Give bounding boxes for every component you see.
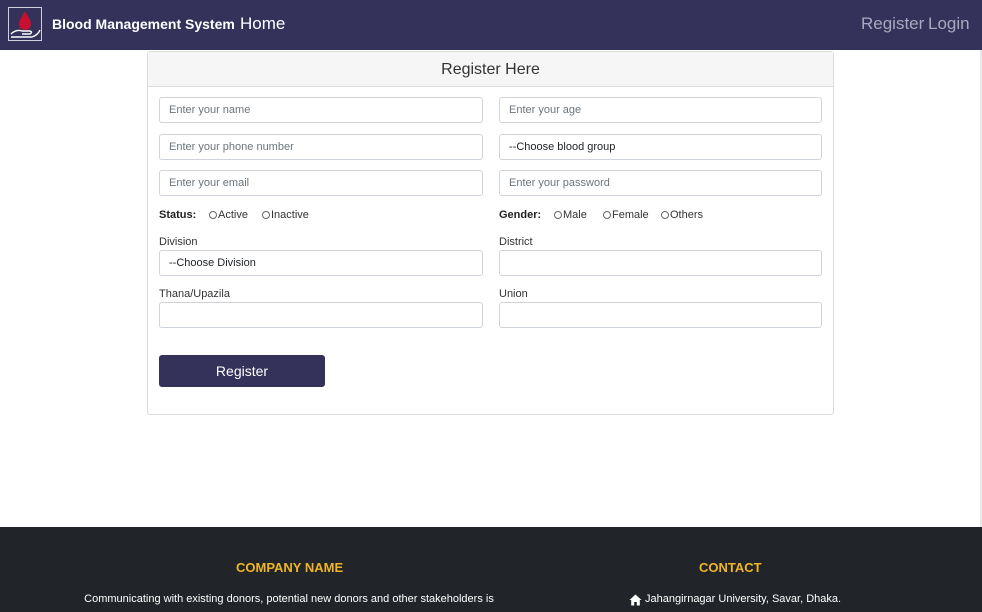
- footer-company-title: COMPANY NAME: [236, 560, 344, 575]
- register-submit-button[interactable]: Register: [159, 355, 325, 387]
- email-input[interactable]: Enter your email: [159, 170, 483, 196]
- gender-male-label: Male: [563, 209, 587, 221]
- district-label: District: [499, 236, 533, 248]
- gender-label: Gender:: [499, 209, 542, 221]
- status-inactive-radio[interactable]: Inactive: [262, 209, 309, 221]
- status-inactive-label: Inactive: [271, 209, 309, 221]
- blood-drop-hand-icon: [8, 7, 42, 41]
- radio-circle-icon[interactable]: [603, 211, 611, 219]
- home-icon: [629, 594, 642, 605]
- contact-address-text: Jahangirnagar University, Savar, Dhaka.: [645, 593, 842, 605]
- status-active-label: Active: [218, 209, 248, 221]
- radio-circle-icon[interactable]: [262, 211, 270, 219]
- radio-circle-icon[interactable]: [661, 211, 669, 219]
- nav-login-link[interactable]: Login: [928, 14, 970, 34]
- union-label: Union: [499, 288, 528, 300]
- phone-input[interactable]: Enter your phone number: [159, 134, 483, 160]
- footer-company-text: Communicating with existing donors, pote…: [84, 593, 494, 605]
- name-input[interactable]: Enter your name: [159, 97, 483, 123]
- thana-label: Thana/Upazila: [159, 288, 230, 300]
- brand-title[interactable]: Blood Management System: [52, 16, 235, 32]
- footer-contact-title: CONTACT: [699, 560, 762, 575]
- division-select[interactable]: --Choose Division: [159, 250, 483, 276]
- status-label: Status:: [159, 209, 197, 221]
- gender-male-radio[interactable]: Male: [554, 209, 587, 221]
- footer: COMPANY NAME Communicating with existing…: [0, 527, 982, 612]
- footer-contact-address: Jahangirnagar University, Savar, Dhaka.: [629, 592, 849, 607]
- blood-group-select[interactable]: --Choose blood group: [499, 134, 822, 160]
- nav-register-link[interactable]: Register: [861, 14, 924, 34]
- age-input[interactable]: Enter your age: [499, 97, 822, 123]
- top-navbar: Blood Management System Home Register Lo…: [0, 0, 982, 50]
- radio-circle-icon[interactable]: [209, 211, 217, 219]
- union-select[interactable]: [499, 302, 822, 328]
- district-select[interactable]: [499, 250, 822, 276]
- password-input[interactable]: Enter your password: [499, 170, 822, 196]
- nav-home-link[interactable]: Home: [240, 14, 285, 34]
- register-card: Register Here Enter your name Enter your…: [147, 51, 834, 415]
- gender-others-label: Others: [670, 209, 704, 221]
- radio-circle-icon[interactable]: [554, 211, 562, 219]
- division-label: Division: [159, 236, 198, 248]
- gender-others-radio[interactable]: Others: [661, 209, 703, 221]
- register-card-title: Register Here: [148, 52, 833, 87]
- gender-female-label: Female: [612, 209, 649, 221]
- thana-select[interactable]: [159, 302, 483, 328]
- gender-female-radio[interactable]: Female: [603, 209, 649, 221]
- status-active-radio[interactable]: Active: [209, 209, 248, 221]
